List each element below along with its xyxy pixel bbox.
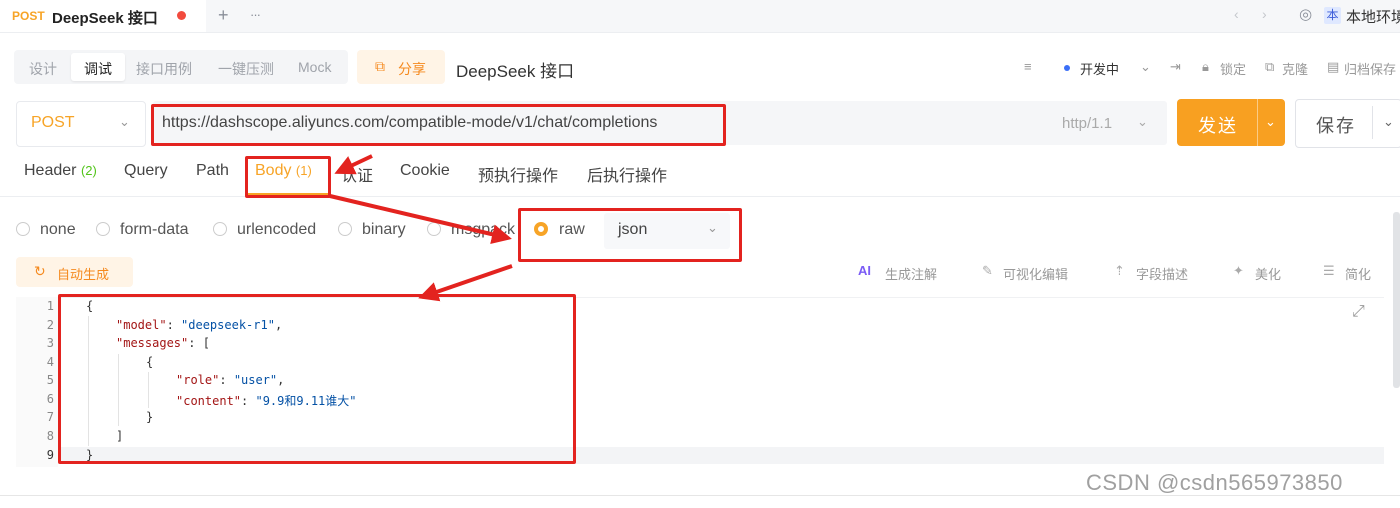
arrow-to-body-tab xyxy=(334,154,373,175)
annotation-arrows xyxy=(329,154,513,302)
arrow-to-code xyxy=(418,264,513,302)
arrow-to-raw xyxy=(329,194,512,245)
